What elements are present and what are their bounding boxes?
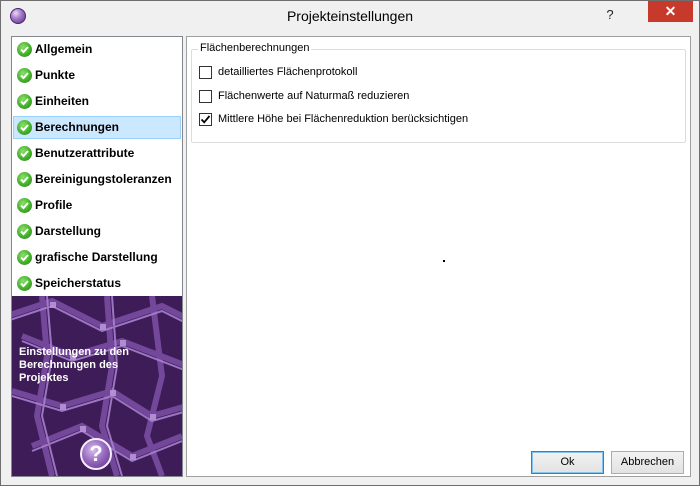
settings-list: Allgemein Punkte Einheiten Berechnungen … — [13, 38, 181, 296]
nav-item-label: Punkte — [35, 68, 76, 82]
nav-item-bereinigungstoleranzen[interactable]: Bereinigungstoleranzen — [13, 168, 181, 191]
green-check-icon — [17, 120, 32, 135]
close-button[interactable]: ✕ — [648, 1, 693, 22]
nav-item-label: Bereinigungstoleranzen — [35, 172, 172, 186]
checkbox-checked[interactable] — [199, 113, 212, 126]
green-check-icon — [17, 250, 32, 265]
section-illustration: Einstellungen zu den Berechnungen des Pr… — [12, 296, 182, 476]
green-check-icon — [17, 42, 32, 57]
nav-item-darstellung[interactable]: Darstellung — [13, 220, 181, 243]
nav-item-grafische-darstellung[interactable]: grafische Darstellung — [13, 246, 181, 269]
green-check-icon — [17, 68, 32, 83]
section-description: Einstellungen zu den Berechnungen des Pr… — [19, 346, 130, 384]
nav-item-punkte[interactable]: Punkte — [13, 64, 181, 87]
option-label: Flächenwerte auf Naturmaß reduzieren — [218, 90, 410, 102]
checkbox-unchecked[interactable] — [199, 90, 212, 103]
cancel-button[interactable]: Abbrechen — [611, 451, 684, 474]
green-check-icon — [17, 146, 32, 161]
green-check-icon — [17, 276, 32, 291]
nav-item-label: Profile — [35, 198, 73, 212]
settings-panel: Flächenberechnungen detailliertes Fläche… — [186, 36, 691, 477]
dialog-window: Projekteinstellungen ? ✕ Allgemein Punkt… — [0, 0, 700, 486]
nav-item-label: grafische Darstellung — [35, 250, 158, 264]
nav-item-label: Allgemein — [35, 42, 93, 56]
nav-item-benutzerattribute[interactable]: Benutzerattribute — [13, 142, 181, 165]
help-icon[interactable]: ? — [601, 6, 619, 24]
nav-item-profile[interactable]: Profile — [13, 194, 181, 217]
green-check-icon — [17, 224, 32, 239]
title-bar[interactable]: Projekteinstellungen ? ✕ — [1, 1, 699, 31]
nav-item-einheiten[interactable]: Einheiten — [13, 90, 181, 113]
green-check-icon — [17, 172, 32, 187]
nav-item-label: Benutzerattribute — [35, 146, 135, 160]
green-check-icon — [17, 198, 32, 213]
nav-item-berechnungen[interactable]: Berechnungen — [13, 116, 181, 139]
nav-item-label: Berechnungen — [35, 120, 120, 134]
ok-button[interactable]: Ok — [531, 451, 604, 474]
option-label: detailliertes Flächenprotokoll — [218, 66, 358, 78]
green-check-icon — [17, 94, 32, 109]
checkbox-unchecked[interactable] — [199, 66, 212, 79]
nav-item-allgemein[interactable]: Allgemein — [13, 38, 181, 61]
help-button[interactable]: ? — [80, 438, 112, 470]
area-calculation-group: Flächenberechnungen detailliertes Fläche… — [191, 42, 686, 143]
nav-item-label: Einheiten — [35, 94, 90, 108]
window-title: Projekteinstellungen — [286, 8, 414, 24]
checkmark-icon — [200, 115, 211, 124]
option-label: Mittlere Höhe bei Flächenreduktion berüc… — [218, 113, 469, 125]
nav-item-label: Speicherstatus — [35, 276, 122, 290]
dialog-body: Allgemein Punkte Einheiten Berechnungen … — [8, 32, 693, 480]
nav-item-speicherstatus[interactable]: Speicherstatus — [13, 272, 181, 295]
stray-dot — [443, 260, 445, 262]
nav-item-label: Darstellung — [35, 224, 102, 238]
settings-navigation: Allgemein Punkte Einheiten Berechnungen … — [11, 36, 183, 477]
group-title: Flächenberechnungen — [198, 42, 312, 54]
